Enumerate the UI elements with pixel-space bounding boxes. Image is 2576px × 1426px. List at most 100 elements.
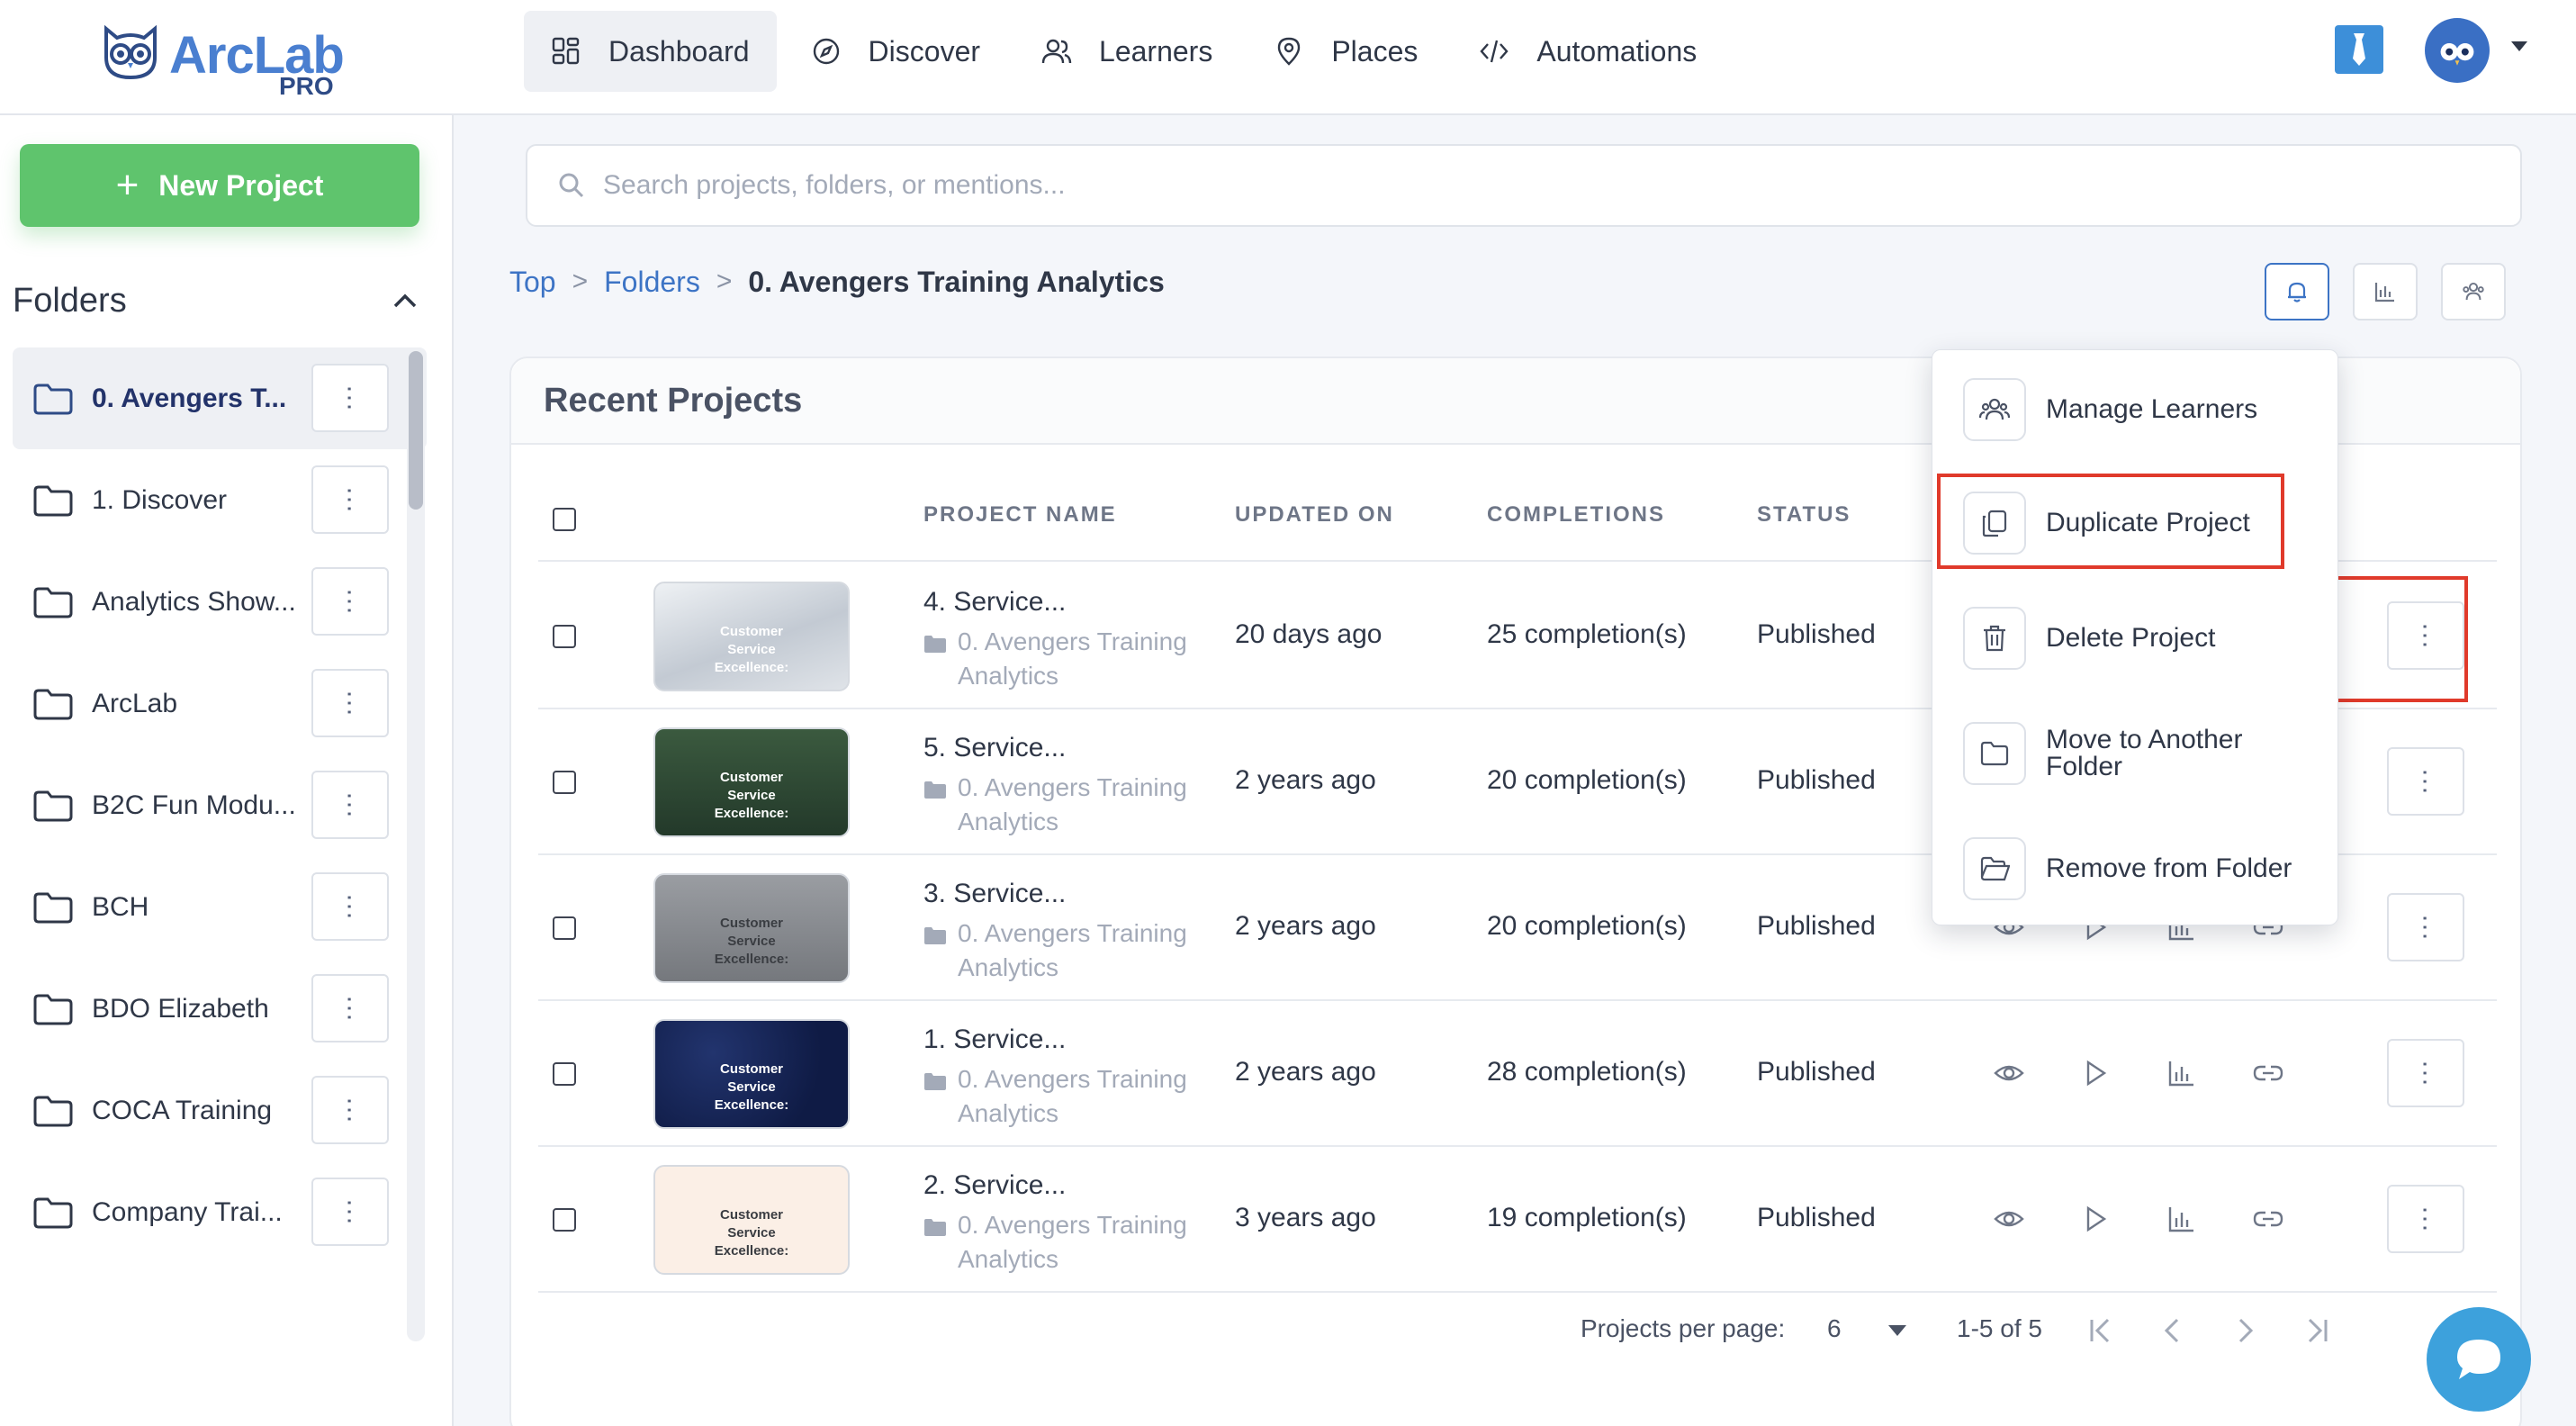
project-folder-label: 0. Avengers Training Analytics [958, 1211, 1187, 1273]
column-header-updated-on[interactable]: UPDATED ON [1235, 502, 1394, 528]
folders-header[interactable]: Folders [13, 275, 418, 326]
first-page-icon[interactable] [2083, 1313, 2119, 1349]
bar-chart-icon[interactable] [2166, 1203, 2198, 1235]
column-header-status[interactable]: STATUS [1757, 502, 1851, 528]
preview-eye-icon[interactable] [1993, 1057, 2025, 1089]
project-thumbnail[interactable]: Customer Service Excellence: [653, 727, 850, 837]
project-thumbnail[interactable]: Customer Service Excellence: [653, 1165, 850, 1275]
folder-options-button[interactable]: ··· [311, 771, 389, 839]
folder-options-button[interactable]: ··· [311, 465, 389, 534]
column-header-completions[interactable]: COMPLETIONS [1487, 502, 1665, 528]
folder-options-button[interactable]: ··· [311, 872, 389, 941]
column-header-project-name[interactable]: PROJECT NAME [923, 502, 1117, 528]
last-page-icon[interactable] [2299, 1313, 2335, 1349]
nav-learners[interactable]: Learners [1014, 11, 1239, 92]
folder-item[interactable]: BCH ··· [13, 856, 427, 958]
project-name-cell[interactable]: 1. Service... 0. Avengers Training Analy… [923, 1024, 1193, 1131]
link-icon[interactable] [2252, 1057, 2284, 1089]
folder-options-button[interactable]: ··· [311, 669, 389, 737]
folder-item[interactable]: Analytics Show... ··· [13, 551, 427, 653]
project-name[interactable]: 1. Service... [923, 1024, 1193, 1055]
folder-options-button[interactable]: ··· [311, 364, 389, 432]
project-name-cell[interactable]: 3. Service... 0. Avengers Training Analy… [923, 879, 1193, 985]
project-folder[interactable]: 0. Avengers Training Analytics [923, 625, 1193, 693]
project-folder[interactable]: 0. Avengers Training Analytics [923, 916, 1193, 985]
project-name-cell[interactable]: 5. Service... 0. Avengers Training Analy… [923, 733, 1193, 839]
project-options-button[interactable]: ··· [2387, 747, 2464, 816]
play-icon[interactable] [2079, 1057, 2112, 1089]
chevron-up-icon[interactable] [392, 293, 418, 309]
folder-icon [1963, 722, 2026, 785]
project-folder[interactable]: 0. Avengers Training Analytics [923, 1208, 1193, 1277]
project-name[interactable]: 3. Service... [923, 879, 1193, 909]
folder-item[interactable]: COCA Training ··· [13, 1060, 427, 1161]
next-page-icon[interactable] [2227, 1313, 2263, 1349]
project-name[interactable]: 5. Service... [923, 733, 1193, 763]
nav-discover[interactable]: Discover [784, 11, 1007, 92]
folder-options-button[interactable]: ··· [311, 1076, 389, 1144]
project-options-button[interactable]: ··· [2387, 1039, 2464, 1107]
menu-item-delete-project[interactable]: Delete Project [1963, 602, 2323, 674]
folder-item[interactable]: Company Trai... ··· [13, 1161, 427, 1263]
folder-item[interactable]: B2C Fun Modu... ··· [13, 754, 427, 856]
notifications-button[interactable] [2265, 263, 2329, 320]
folder-item[interactable]: BDO Elizabeth ··· [13, 958, 427, 1060]
menu-item-move-to-folder[interactable]: Move to Another Folder [1963, 718, 2323, 790]
table-row[interactable]: Customer Service Excellence: 1. Service.… [538, 1001, 2497, 1147]
preview-eye-icon[interactable] [1993, 1203, 2025, 1235]
manage-learners-button[interactable] [2441, 263, 2506, 320]
project-options-button[interactable]: ··· [2387, 893, 2464, 961]
analytics-button[interactable] [2353, 263, 2418, 320]
project-thumbnail[interactable]: Customer Service Excellence: [653, 1019, 850, 1129]
tie-badge-icon[interactable] [2335, 25, 2383, 74]
folder-options-button[interactable]: ··· [311, 974, 389, 1042]
updated-on: 3 years ago [1235, 1203, 1376, 1232]
folder-item[interactable]: 1. Discover ··· [13, 449, 427, 551]
row-checkbox[interactable] [553, 1208, 576, 1232]
folder-icon [33, 790, 73, 821]
avatar[interactable] [2425, 18, 2490, 83]
more-vertical-icon: ··· [2411, 1060, 2441, 1087]
row-checkbox[interactable] [553, 625, 576, 648]
caret-down-icon[interactable] [1888, 1325, 1906, 1336]
project-thumbnail[interactable]: Customer Service Excellence: [653, 873, 850, 983]
folder-options-button[interactable]: ··· [311, 567, 389, 636]
bar-chart-icon[interactable] [2166, 1057, 2198, 1089]
row-checkbox[interactable] [553, 1062, 576, 1086]
link-icon[interactable] [2252, 1203, 2284, 1235]
project-folder[interactable]: 0. Avengers Training Analytics [923, 771, 1193, 839]
project-name-cell[interactable]: 4. Service... 0. Avengers Training Analy… [923, 587, 1193, 693]
project-thumbnail[interactable]: Customer Service Excellence: [653, 582, 850, 691]
row-checkbox[interactable] [553, 771, 576, 794]
select-all-checkbox[interactable] [553, 508, 576, 531]
project-name-cell[interactable]: 2. Service... 0. Avengers Training Analy… [923, 1170, 1193, 1277]
sidebar-scrollbar-thumb[interactable] [409, 351, 423, 510]
chevron-down-icon[interactable] [2511, 41, 2527, 51]
nav-dashboard[interactable]: Dashboard [524, 11, 777, 92]
folder-icon [924, 1219, 946, 1236]
chat-button[interactable] [2427, 1307, 2531, 1412]
search-bar[interactable] [526, 144, 2522, 227]
project-name[interactable]: 4. Service... [923, 587, 1193, 618]
project-name[interactable]: 2. Service... [923, 1170, 1193, 1201]
menu-item-remove-from-folder[interactable]: Remove from Folder [1963, 833, 2323, 905]
row-checkbox[interactable] [553, 916, 576, 940]
arclab-logo[interactable]: ArcLab PRO [99, 20, 345, 101]
project-folder[interactable]: 0. Avengers Training Analytics [923, 1062, 1193, 1131]
prev-page-icon[interactable] [2155, 1313, 2191, 1349]
table-row[interactable]: Customer Service Excellence: 2. Service.… [538, 1147, 2497, 1293]
nav-places[interactable]: Places [1247, 11, 1445, 92]
new-project-button[interactable]: + New Project [20, 144, 419, 227]
project-options-button[interactable]: ··· [2387, 1185, 2464, 1253]
folder-options-button[interactable]: ··· [311, 1178, 389, 1246]
folder-item[interactable]: 0. Avengers T... ··· [13, 347, 427, 449]
menu-item-manage-learners[interactable]: Manage Learners [1963, 374, 2323, 446]
breadcrumb-folders[interactable]: Folders [604, 266, 700, 299]
search-input[interactable] [603, 170, 2403, 201]
nav-automations[interactable]: Automations [1452, 11, 1724, 92]
breadcrumb-top[interactable]: Top [509, 266, 556, 299]
play-icon[interactable] [2079, 1203, 2112, 1235]
thumbnail-caption: Customer Service Excellence: [714, 1207, 789, 1259]
per-page-select[interactable]: 6 [1827, 1314, 1842, 1343]
folder-item[interactable]: ArcLab ··· [13, 653, 427, 754]
